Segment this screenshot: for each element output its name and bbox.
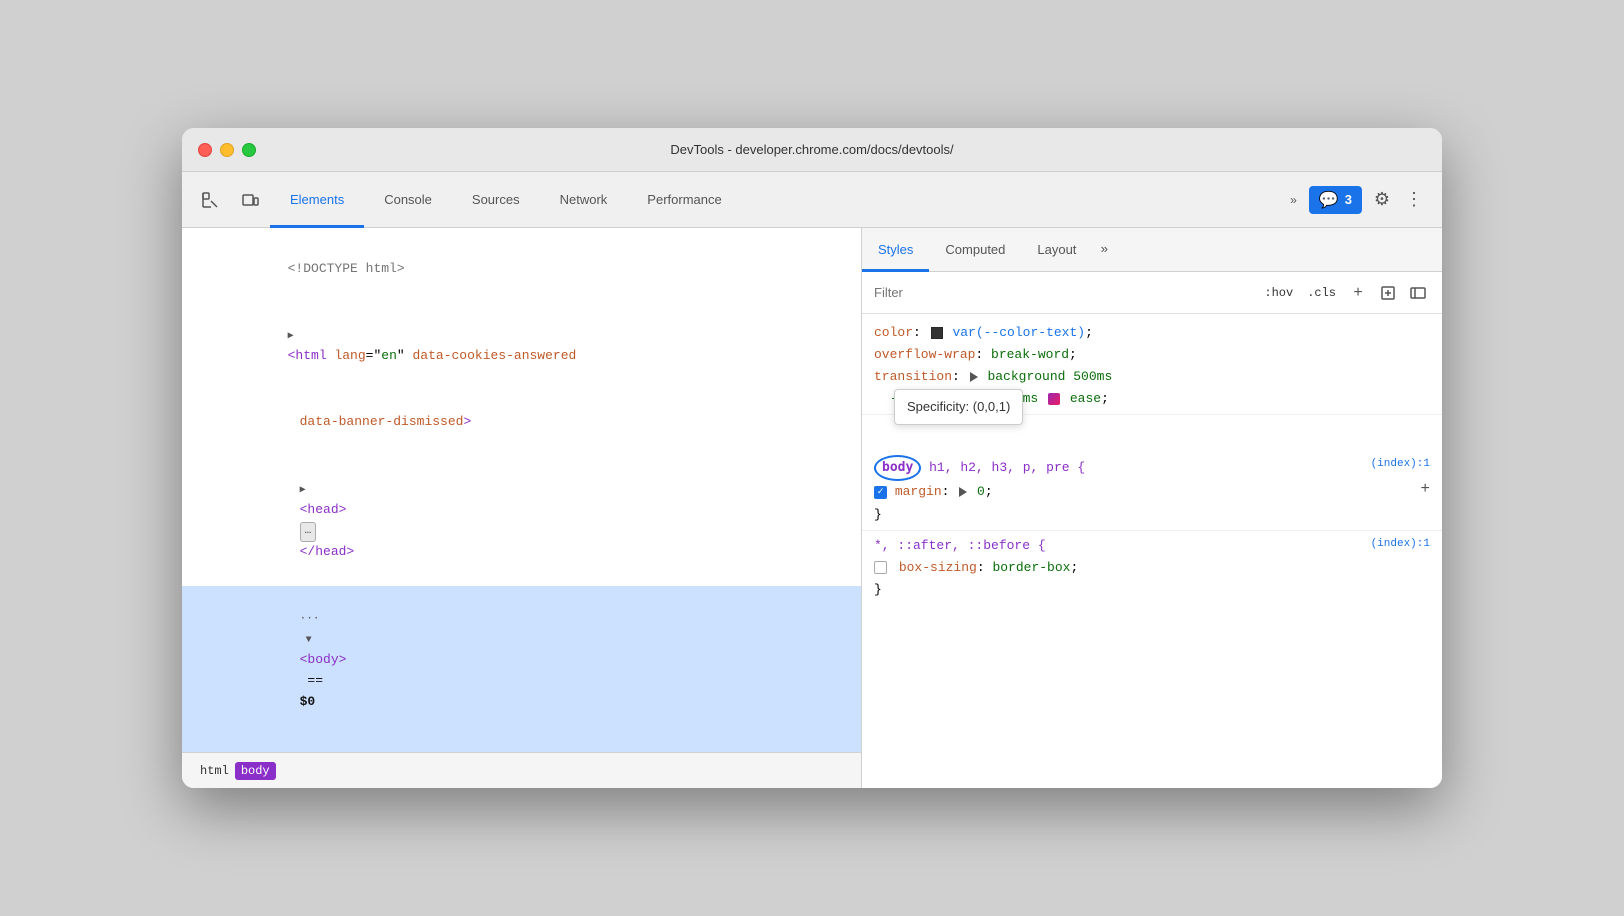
devtools-window: Elements Console Sources Network Perform… bbox=[182, 172, 1442, 788]
expand-arrow-body[interactable]: ▼ bbox=[300, 635, 318, 646]
tabs-bar: Elements Console Sources Network Perform… bbox=[182, 172, 1442, 228]
breadcrumb-bar: html body bbox=[182, 752, 861, 788]
breadcrumb-html[interactable]: html bbox=[194, 762, 235, 780]
filter-bar: :hov .cls + bbox=[862, 272, 1442, 314]
tabs-right: » 💬 3 ⚙ ⋮ bbox=[1282, 172, 1434, 227]
css-boxsizing-row: box-sizing: border-box; bbox=[874, 557, 1430, 579]
expand-icon[interactable]: ▶ bbox=[288, 331, 294, 342]
styles-tab-computed[interactable]: Computed bbox=[929, 229, 1021, 272]
dom-panel: <!DOCTYPE html> ▶ <html lang="en" data-c… bbox=[182, 228, 862, 788]
css-prop-overflow-wrap: overflow-wrap: break-word; bbox=[874, 344, 1430, 366]
cls-button[interactable]: .cls bbox=[1303, 284, 1340, 302]
easing-swatch[interactable] bbox=[1048, 393, 1060, 405]
dom-line-head[interactable]: ▶ <head> … </head> bbox=[182, 456, 861, 586]
more-options-button[interactable]: ⋮ bbox=[1402, 184, 1426, 216]
css-margin-row: ✓ margin: 0; + bbox=[874, 481, 1430, 503]
style-rule-body: Specificity: (0,0,1) body h1, h2, h3, p,… bbox=[862, 414, 1442, 529]
tab-performance[interactable]: Performance bbox=[627, 173, 741, 228]
filter-buttons: :hov .cls + bbox=[1260, 281, 1430, 305]
styles-tab-more[interactable]: » bbox=[1092, 228, 1116, 271]
maximize-button[interactable] bbox=[242, 143, 256, 157]
dom-line-html-cont: data-banner-dismissed> bbox=[182, 390, 861, 456]
css-prop-color: color: var(--color-text); bbox=[874, 322, 1430, 344]
main-area: <!DOCTYPE html> ▶ <html lang="en" data-c… bbox=[182, 228, 1442, 788]
issues-icon: 💬 bbox=[1319, 190, 1339, 210]
boxsizing-checkbox[interactable] bbox=[874, 561, 887, 574]
add-style-button[interactable]: + bbox=[1346, 281, 1370, 305]
margin-checkbox[interactable]: ✓ bbox=[874, 486, 887, 499]
dom-line-doctype: <!DOCTYPE html> bbox=[182, 236, 861, 302]
index-link-2[interactable]: (index):1 bbox=[1371, 535, 1430, 554]
styles-tabs: Styles Computed Layout » bbox=[862, 228, 1442, 272]
dom-line-div-scaffold[interactable]: ▶ <div class="scaffold"> … </div> grid bbox=[182, 735, 861, 752]
filter-input[interactable] bbox=[874, 285, 1252, 300]
more-tabs-button[interactable]: » bbox=[1282, 189, 1305, 211]
tab-sources[interactable]: Sources bbox=[452, 173, 540, 228]
hov-button[interactable]: :hov bbox=[1260, 284, 1297, 302]
issues-count: 3 bbox=[1345, 192, 1352, 207]
style-rule-universal: *, ::after, ::before { (index):1 box-siz… bbox=[862, 530, 1442, 605]
body-selector-badge: body bbox=[874, 455, 921, 481]
traffic-lights bbox=[198, 143, 256, 157]
styles-tab-styles[interactable]: Styles bbox=[862, 229, 929, 272]
dom-line-body[interactable]: ··· ▼ <body> == $0 bbox=[182, 586, 861, 736]
titlebar: DevTools - developer.chrome.com/docs/dev… bbox=[182, 128, 1442, 172]
settings-button[interactable]: ⚙ bbox=[1366, 184, 1398, 216]
dom-tree[interactable]: <!DOCTYPE html> ▶ <html lang="en" data-c… bbox=[182, 228, 861, 752]
issues-badge-button[interactable]: 💬 3 bbox=[1309, 186, 1362, 214]
styles-panel: Styles Computed Layout » :hov .cls bbox=[862, 228, 1442, 788]
add-property-button-1[interactable]: + bbox=[1420, 481, 1430, 497]
css-close-brace-1: } bbox=[874, 504, 1430, 526]
universal-selector-row: *, ::after, ::before { (index):1 bbox=[874, 535, 1430, 557]
panel-tabs: Elements Console Sources Network Perform… bbox=[270, 172, 1282, 227]
dom-line-html[interactable]: ▶ <html lang="en" data-cookies-answered bbox=[182, 302, 861, 389]
head-ellipsis[interactable]: … bbox=[300, 522, 317, 542]
close-button[interactable] bbox=[198, 143, 212, 157]
tab-network[interactable]: Network bbox=[540, 173, 628, 228]
expand-transition-icon[interactable] bbox=[970, 372, 978, 382]
body-selector-row: body h1, h2, h3, p, pre { (index):1 bbox=[874, 455, 1430, 481]
css-prop-transition: transition: background 500ms bbox=[874, 366, 1430, 388]
expand-icon[interactable]: ▶ bbox=[300, 485, 306, 496]
css-close-brace-2: } bbox=[874, 579, 1430, 601]
new-stylesheet-button[interactable] bbox=[1376, 281, 1400, 305]
inspect-element-icon[interactable] bbox=[192, 182, 228, 218]
styles-content: color: var(--color-text); overflow-wrap:… bbox=[862, 314, 1442, 788]
specificity-tooltip: Specificity: (0,0,1) bbox=[894, 389, 1023, 425]
color-swatch[interactable] bbox=[931, 327, 943, 339]
device-toggle-icon[interactable] bbox=[232, 182, 268, 218]
toggle-classes-button[interactable] bbox=[1406, 281, 1430, 305]
tab-console[interactable]: Console bbox=[364, 173, 452, 228]
window-title: DevTools - developer.chrome.com/docs/dev… bbox=[670, 142, 953, 157]
index-link-1[interactable]: (index):1 bbox=[1371, 455, 1430, 474]
expand-margin-icon[interactable] bbox=[959, 487, 967, 497]
tab-elements[interactable]: Elements bbox=[270, 173, 364, 228]
styles-tab-layout[interactable]: Layout bbox=[1021, 229, 1092, 272]
breadcrumb-body[interactable]: body bbox=[235, 762, 276, 780]
minimize-button[interactable] bbox=[220, 143, 234, 157]
